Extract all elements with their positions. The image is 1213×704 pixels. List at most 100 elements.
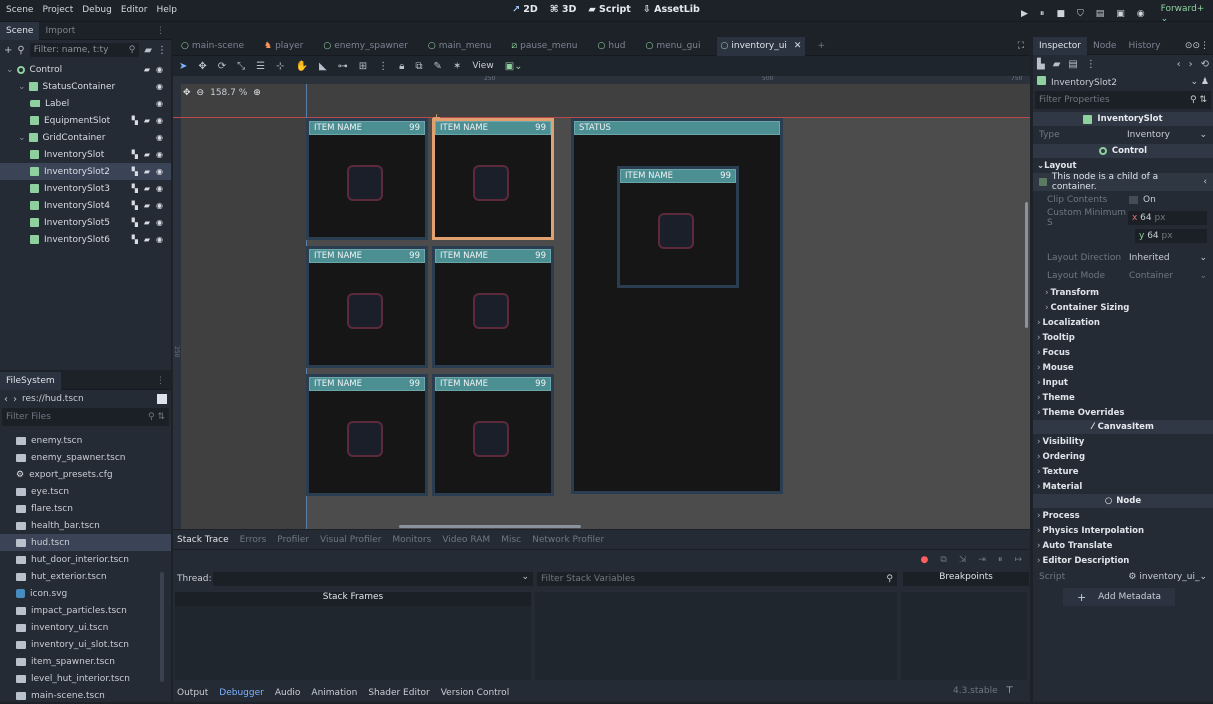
inspector-section[interactable]: › Container Sizing: [1033, 300, 1213, 315]
smart-snap-icon[interactable]: ⊶: [338, 61, 348, 72]
inventory-slot[interactable]: ITEM NAME 99: [306, 246, 428, 368]
movie-icon[interactable]: ▤: [1096, 9, 1105, 19]
menu-editor[interactable]: Editor: [121, 5, 148, 15]
move-icon[interactable]: ✥: [183, 88, 191, 98]
bottom-panel-tab[interactable]: Audio: [275, 688, 301, 698]
section-layout[interactable]: ⌄ Layout: [1033, 158, 1213, 173]
file-item[interactable]: main-scene.tscn: [0, 687, 171, 704]
close-icon[interactable]: ✕: [794, 41, 802, 51]
back-icon[interactable]: ‹: [4, 394, 8, 405]
new-resource-icon[interactable]: ▙: [1037, 59, 1045, 70]
inspector-section[interactable]: › Mouse: [1033, 360, 1213, 375]
menu-scene[interactable]: Scene: [6, 5, 33, 15]
inspector-section[interactable]: › Input: [1033, 375, 1213, 390]
debugger-tab[interactable]: Misc: [501, 535, 521, 545]
inspector-section[interactable]: › Physics Interpolation: [1033, 523, 1213, 538]
mode-assetlib[interactable]: ⇩ AssetLib: [643, 4, 700, 15]
debugger-tab[interactable]: Stack Trace: [177, 535, 229, 545]
anchor-layout-icon[interactable]: ▣⌄: [505, 61, 523, 72]
tab-history[interactable]: History: [1122, 37, 1166, 55]
visibility-icon[interactable]: ◉: [156, 218, 163, 227]
script-icon[interactable]: ▰: [144, 235, 150, 244]
pivot-icon[interactable]: ⊹: [276, 61, 284, 72]
file-item[interactable]: health_bar.tscn: [0, 517, 171, 534]
script-icon[interactable]: ▰: [144, 201, 150, 210]
add-metadata-button[interactable]: + Add Metadata: [1063, 588, 1175, 606]
debugger-tab[interactable]: Errors: [240, 535, 267, 545]
script-icon[interactable]: ▰: [144, 150, 150, 159]
remote-debug-icon[interactable]: ⛉: [1077, 9, 1084, 19]
file-item[interactable]: enemy_spawner.tscn: [0, 449, 171, 466]
chevron-down-icon[interactable]: ⌄: [6, 65, 14, 75]
file-item[interactable]: item_spawner.tscn: [0, 653, 171, 670]
grid-snap-icon[interactable]: ⊞: [359, 61, 367, 72]
group-icon[interactable]: ⧉: [415, 61, 422, 72]
file-item[interactable]: impact_particles.tscn: [0, 602, 171, 619]
debugger-tab[interactable]: Profiler: [277, 535, 309, 545]
inventory-slot[interactable]: ITEM NAME 99: [306, 118, 428, 240]
file-item[interactable]: inventory_ui_slot.tscn: [0, 636, 171, 653]
stop-icon[interactable]: ■: [1056, 9, 1065, 19]
tree-item[interactable]: ⌄ GridContainer ◉: [0, 129, 171, 146]
chevron-down-icon[interactable]: ⌄: [18, 82, 26, 92]
more-icon[interactable]: ⋮: [157, 45, 167, 56]
visibility-icon[interactable]: ◉: [156, 116, 163, 125]
mode-script[interactable]: ▰ Script: [588, 4, 630, 15]
inspector-section[interactable]: › Auto Translate: [1033, 538, 1213, 553]
file-item[interactable]: flare.tscn: [0, 500, 171, 517]
zoom-out-icon[interactable]: ⊖: [197, 88, 205, 98]
debugger-tab[interactable]: Video RAM: [442, 535, 490, 545]
instance-icon[interactable]: ▚: [132, 201, 138, 210]
inspector-section[interactable]: › Theme Overrides: [1033, 405, 1213, 420]
visibility-icon[interactable]: ◉: [156, 167, 163, 176]
menu-project[interactable]: Project: [42, 5, 73, 15]
script-icon[interactable]: ▰: [144, 65, 150, 74]
rotate-tool-icon[interactable]: ⟳: [218, 61, 226, 72]
history-back-icon[interactable]: ‹: [1177, 59, 1181, 70]
play-icon[interactable]: ▶: [1021, 9, 1028, 19]
debugger-tab[interactable]: Network Profiler: [532, 535, 604, 545]
visibility-icon[interactable]: ◉: [156, 184, 163, 193]
file-scrollbar[interactable]: [160, 572, 164, 682]
inspector-section[interactable]: › Focus: [1033, 345, 1213, 360]
scene-tab-inventory_ui[interactable]: ○ inventory_ui ✕: [716, 36, 806, 56]
pan-tool-icon[interactable]: ✋: [296, 61, 308, 72]
visibility-icon[interactable]: ◉: [156, 201, 163, 210]
instance-icon[interactable]: ▚: [132, 116, 138, 125]
visibility-icon[interactable]: ◉: [156, 235, 163, 244]
mode-3d[interactable]: ⌘ 3D: [550, 4, 577, 15]
filter-stack-input[interactable]: Filter Stack Variables ⚲: [537, 572, 897, 586]
horizontal-scrollbar[interactable]: [399, 525, 581, 528]
inventory-slot[interactable]: ITEM NAME 99: [432, 118, 554, 240]
min-size-y-input[interactable]: y 64 px: [1135, 229, 1207, 243]
star-icon[interactable]: ✶: [453, 61, 461, 72]
debugger-tab[interactable]: Monitors: [392, 535, 431, 545]
instance-icon[interactable]: ▚: [132, 150, 138, 159]
link-icon[interactable]: ⚲: [17, 45, 24, 56]
select-tool-icon[interactable]: ➤: [179, 61, 187, 72]
file-item[interactable]: enemy.tscn: [0, 432, 171, 449]
path-field[interactable]: res://hud.tscn: [22, 394, 152, 404]
tab-import[interactable]: Import: [39, 22, 81, 40]
split-mode-icon[interactable]: [157, 394, 167, 404]
script-attach-icon[interactable]: ▰: [144, 45, 152, 56]
canvas-viewport[interactable]: 250 500 750 250 ✥ ⊖ 158.7 % ⊕ ITEM NAME 9…: [173, 76, 1030, 529]
move-tool-icon[interactable]: ✥: [198, 61, 206, 72]
script-icon[interactable]: ▰: [144, 218, 150, 227]
visibility-icon[interactable]: ◉: [156, 133, 163, 142]
chevron-down-icon[interactable]: ⌄: [18, 133, 26, 143]
inspector-section[interactable]: › Tooltip: [1033, 330, 1213, 345]
instance-icon[interactable]: ▚: [132, 184, 138, 193]
filter-properties-input[interactable]: Filter Properties ⚲ ⇅: [1035, 91, 1211, 109]
debugger-tab[interactable]: Visual Profiler: [320, 535, 381, 545]
forward-icon[interactable]: ›: [13, 394, 17, 405]
tree-item[interactable]: InventorySlot6 ▚ ▰ ◉: [0, 231, 171, 248]
file-item[interactable]: hut_door_interior.tscn: [0, 551, 171, 568]
tab-scene[interactable]: Scene: [0, 21, 40, 40]
tree-item[interactable]: ⌄ StatusContainer ◉: [0, 78, 171, 95]
dock-menu-icon[interactable]: ⋮: [156, 376, 165, 386]
inspector-section[interactable]: › Theme: [1033, 390, 1213, 405]
more-icon[interactable]: ⋮: [1086, 59, 1096, 70]
record-icon[interactable]: ●: [921, 555, 929, 565]
scene-tab-main_menu[interactable]: ○ main_menu: [424, 37, 496, 56]
